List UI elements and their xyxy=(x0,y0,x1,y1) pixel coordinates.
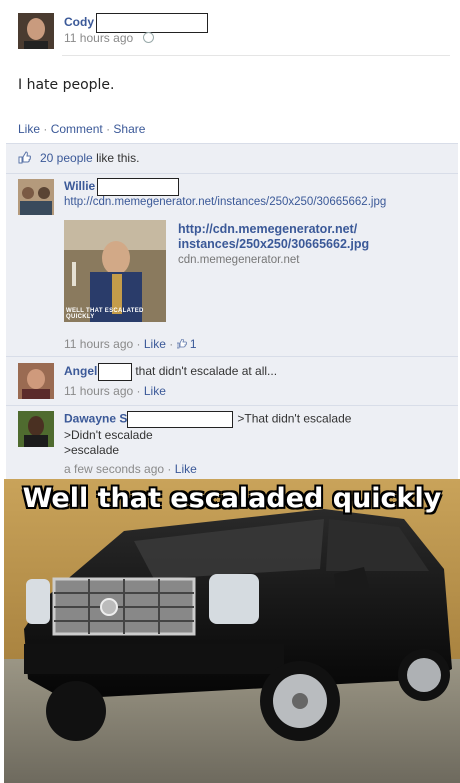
likes-count-link[interactable]: 20 people xyxy=(40,151,93,165)
comment-like-link[interactable]: Like xyxy=(175,462,197,476)
comment-text: that didn't escalade at all... xyxy=(135,364,278,379)
likes-bar: 20 people like this. xyxy=(6,143,458,174)
commenter-avatar[interactable] xyxy=(18,179,54,215)
link-preview-domain: cdn.memegenerator.net xyxy=(178,254,300,266)
comment-like-link[interactable]: Like xyxy=(144,384,166,398)
comment-timestamp[interactable]: a few seconds ago xyxy=(64,462,164,476)
comment-timestamp[interactable]: 11 hours ago xyxy=(64,384,133,398)
comment-link-url[interactable]: http://cdn.memegenerator.net/instances/2… xyxy=(64,196,386,208)
comment-like-link[interactable]: Like xyxy=(144,337,166,351)
comment-link[interactable]: Comment xyxy=(51,122,103,136)
commenter-name[interactable]: Dawayne S xyxy=(64,412,127,426)
redacted-name xyxy=(97,178,180,196)
comment-text: >Didn't escalade xyxy=(64,428,153,442)
post-author-avatar[interactable] xyxy=(18,13,54,49)
globe-icon xyxy=(142,32,154,43)
thumbnail-caption: WELL THAT ESCALATED QUICKLY xyxy=(66,308,144,320)
likes-suffix: like this. xyxy=(96,151,140,165)
divider xyxy=(62,55,450,56)
thumbs-up-icon xyxy=(18,151,31,164)
redacted-name xyxy=(98,363,133,381)
comment-item: Angel that didn't escalade at all... 11 h… xyxy=(6,356,458,406)
comment-text: >escalade xyxy=(64,443,120,457)
post-text: I hate people. xyxy=(18,77,115,93)
share-link[interactable]: Share xyxy=(113,122,145,136)
comment-item: Willie http://cdn.memegenerator.net/inst… xyxy=(6,173,458,357)
post-actions: Like · Comment · Share xyxy=(18,122,146,136)
thumbs-up-icon xyxy=(176,338,187,349)
cadillac-escalade-image xyxy=(4,479,460,783)
commenter-name[interactable]: Willie xyxy=(64,179,95,193)
redacted-name xyxy=(96,13,208,33)
link-preview-title[interactable]: http://cdn.memegenerator.net/ instances/… xyxy=(178,222,369,252)
meme-caption: Well that escaladed quickly xyxy=(22,483,442,514)
commenter-avatar[interactable] xyxy=(18,411,54,447)
post-timestamp[interactable]: 11 hours ago xyxy=(64,31,133,45)
post-author-name[interactable]: Cody xyxy=(64,15,94,29)
comment-like-count[interactable]: 1 xyxy=(190,337,197,351)
redacted-name xyxy=(127,411,234,428)
link-preview-thumbnail[interactable]: WELL THAT ESCALATED QUICKLY xyxy=(64,220,166,322)
commenter-avatar[interactable] xyxy=(18,363,54,399)
commenter-name[interactable]: Angel xyxy=(64,364,97,378)
like-link[interactable]: Like xyxy=(18,122,40,136)
meme-image: Well that escaladed quickly xyxy=(4,479,460,783)
comment-timestamp[interactable]: 11 hours ago xyxy=(64,337,133,351)
comment-item: Dawayne S >That didn't escalade >Didn't e… xyxy=(6,405,458,479)
comment-text: >That didn't escalade xyxy=(237,411,352,426)
